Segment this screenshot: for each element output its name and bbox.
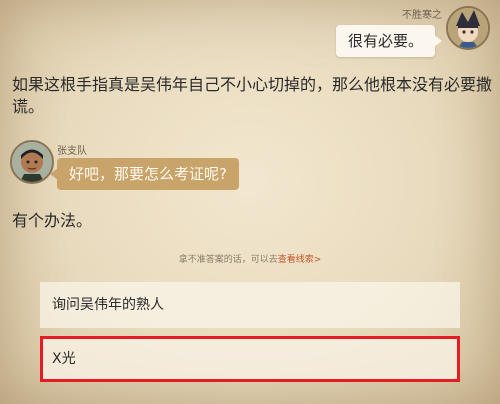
- option-ask-acquaintance[interactable]: 询问吴伟年的熟人: [40, 282, 460, 328]
- speaker1-name: 不胜寒之: [402, 10, 442, 21]
- option-label: X光: [52, 351, 76, 367]
- narration-text-2: 有个办法。: [12, 211, 93, 230]
- speaker2-bubble: 好吧，那要怎么考证呢?: [50, 158, 239, 190]
- option-xray[interactable]: X光: [40, 336, 460, 382]
- narration-text-1: 如果这根手指真是吴伟年自己不小心切掉的，那么他根本没有必要撒谎。: [12, 75, 493, 116]
- speaker2-name: 张支队: [57, 146, 87, 157]
- option-label: 询问吴伟年的熟人: [52, 297, 164, 313]
- speaker2-avatar: [10, 140, 54, 184]
- hint-text: 拿不准答案的话，可以去: [178, 255, 278, 265]
- speaker1-bubble: 很有必要。: [335, 25, 443, 57]
- hint-line: 拿不准答案的话，可以去查看线索>: [0, 252, 500, 265]
- speaker1-avatar: [446, 6, 490, 50]
- view-clues-link[interactable]: 查看线索>: [278, 255, 322, 265]
